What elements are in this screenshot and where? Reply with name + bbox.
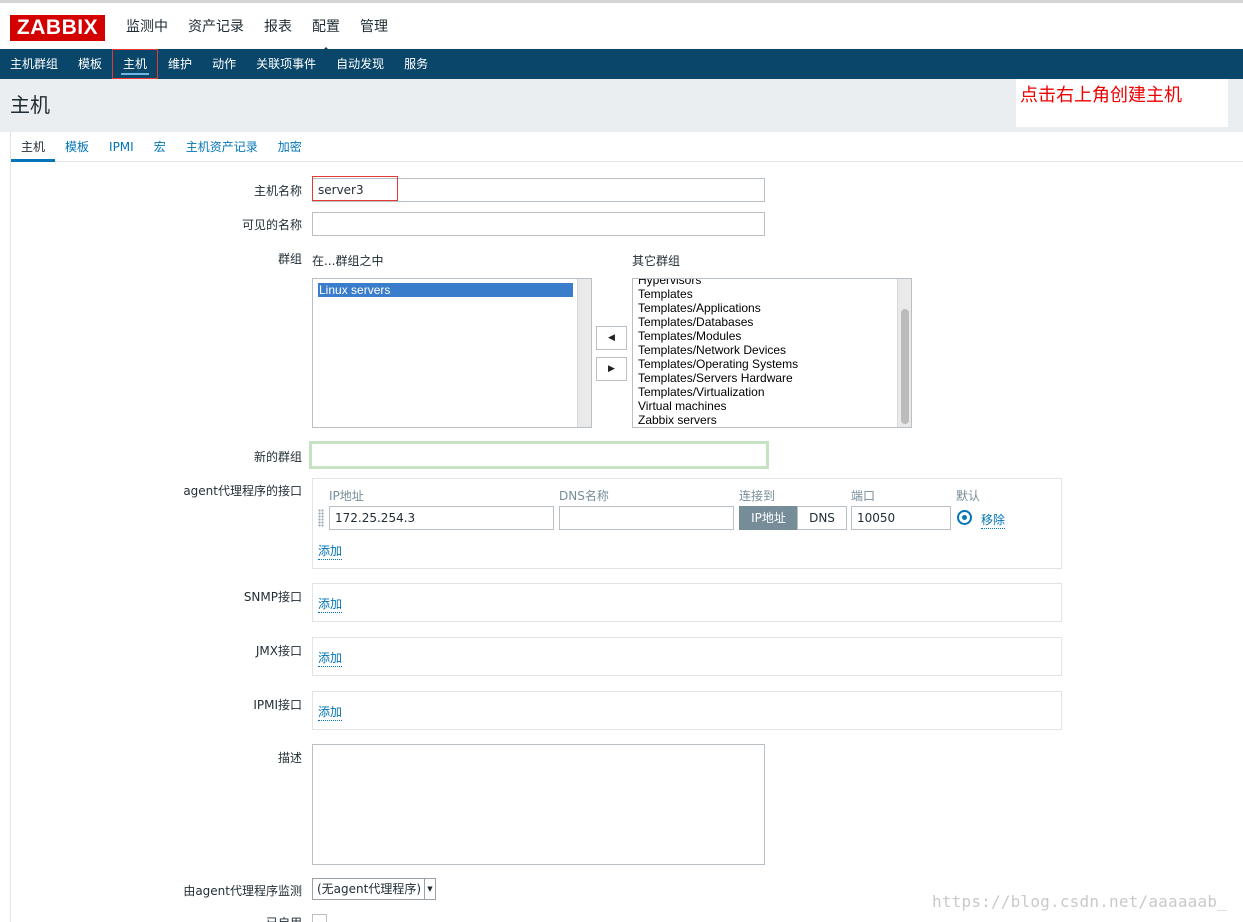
other-groups-scrollbar[interactable]	[897, 279, 911, 427]
proxy-label: 由agent代理程序监测	[183, 884, 302, 898]
agent-ip-input[interactable]: 172.25.254.3	[329, 506, 554, 530]
groups-label: 群组	[277, 252, 302, 266]
ipmi-label: IPMI接口	[253, 698, 302, 712]
scrollbar-thumb[interactable]	[901, 309, 909, 424]
agent-dns-input[interactable]	[559, 506, 734, 530]
list-item[interactable]: Zabbix servers	[633, 413, 898, 427]
sub-nav-host-groups[interactable]: 主机群组	[0, 49, 68, 79]
sub-nav-actions[interactable]: 动作	[202, 49, 246, 79]
ipmi-interfaces-box: 添加	[312, 691, 1062, 730]
sub-nav-hosts[interactable]: 主机	[112, 49, 159, 79]
proxy-select-value: (无agent代理程序)	[317, 882, 422, 896]
connect-ip-button[interactable]: IP地址	[739, 506, 798, 530]
tab-inventory[interactable]: 主机资产记录	[176, 132, 268, 161]
description-label: 描述	[277, 751, 302, 765]
top-nav-inventory[interactable]: 资产记录	[178, 3, 254, 52]
proxy-select[interactable]: (无agent代理程序) ▼	[312, 878, 436, 900]
sub-nav-discovery[interactable]: 自动发现	[326, 49, 394, 79]
agent-add-link[interactable]: 添加	[318, 542, 343, 560]
in-groups-scrollbar[interactable]	[577, 279, 591, 427]
form-tabs: 主机 模板 IPMI 宏 主机资产记录 加密	[11, 132, 1243, 162]
snmp-label: SNMP接口	[243, 590, 302, 604]
jmx-label: JMX接口	[255, 644, 302, 658]
top-nav: 监测中 资产记录 报表 配置 管理	[116, 3, 398, 53]
tab-host[interactable]: 主机	[11, 132, 56, 162]
description-textarea[interactable]	[312, 744, 765, 865]
col-default: 默认	[956, 489, 981, 503]
sub-nav-maintenance[interactable]: 维护	[158, 49, 202, 79]
arrow-right-icon: ▶	[608, 364, 615, 374]
list-item[interactable]: Virtual machines	[633, 399, 898, 413]
list-item[interactable]: Templates/Network Devices	[633, 343, 898, 357]
in-groups-label: 在...群组之中	[312, 254, 384, 268]
sub-nav-templates[interactable]: 模板	[68, 49, 112, 79]
host-name-highlight	[312, 176, 398, 201]
visible-name-label: 可见的名称	[241, 218, 302, 232]
agent-interfaces-label: agent代理程序的接口	[183, 484, 302, 498]
host-name-label: 主机名称	[253, 184, 302, 198]
sub-nav-event-correlation[interactable]: 关联项事件	[246, 49, 326, 79]
arrow-left-icon: ◀	[608, 333, 615, 343]
list-item[interactable]: Templates	[633, 287, 898, 301]
enabled-checkbox[interactable]	[312, 914, 327, 922]
tab-macros[interactable]: 宏	[144, 132, 176, 161]
snmp-add-link[interactable]: 添加	[318, 595, 343, 613]
remove-link[interactable]: 移除	[981, 511, 1006, 529]
in-groups-list[interactable]: Linux servers	[312, 278, 592, 428]
other-groups-list[interactable]: Hypervisors Templates Templates/Applicat…	[632, 278, 912, 428]
annotation-note: 点击右上角创建主机	[1016, 79, 1228, 127]
sub-nav-services[interactable]: 服务	[394, 49, 438, 79]
visible-name-input[interactable]	[312, 212, 765, 236]
list-item[interactable]: Hypervisors	[633, 279, 898, 287]
other-groups-label: 其它群组	[632, 254, 681, 268]
col-port: 端口	[851, 489, 876, 503]
watermark: https://blog.csdn.net/aaaaaab_	[932, 892, 1227, 911]
move-left-button[interactable]: ◀	[596, 326, 627, 350]
top-nav-administration[interactable]: 管理	[350, 3, 398, 52]
agent-port-input[interactable]: 10050	[851, 506, 951, 530]
jmx-add-link[interactable]: 添加	[318, 649, 343, 667]
col-dns: DNS名称	[559, 489, 609, 503]
default-radio[interactable]	[957, 510, 972, 525]
list-item[interactable]: Templates/Applications	[633, 301, 898, 315]
chevron-down-icon: ▼	[424, 879, 435, 899]
top-nav-reports[interactable]: 报表	[254, 3, 302, 52]
tab-ipmi[interactable]: IPMI	[99, 132, 144, 161]
snmp-interfaces-box: 添加	[312, 583, 1062, 622]
list-item[interactable]: Templates/Modules	[633, 329, 898, 343]
col-connect: 连接到	[739, 489, 776, 503]
ipmi-add-link[interactable]: 添加	[318, 703, 343, 721]
list-item[interactable]: Templates/Virtualization	[633, 385, 898, 399]
drag-handle-icon[interactable]	[318, 509, 324, 527]
move-right-button[interactable]: ▶	[596, 357, 627, 381]
new-group-input[interactable]	[309, 441, 769, 469]
top-nav-configuration[interactable]: 配置	[302, 3, 350, 53]
connect-dns-button[interactable]: DNS	[797, 506, 847, 530]
top-bar: ZABBIX 监测中 资产记录 报表 配置 管理	[0, 0, 1243, 53]
jmx-interfaces-box: 添加	[312, 637, 1062, 676]
in-group-option[interactable]: Linux servers	[318, 283, 573, 297]
zabbix-logo[interactable]: ZABBIX	[10, 15, 105, 41]
tab-encryption[interactable]: 加密	[268, 132, 312, 161]
sub-nav: 主机群组 模板 主机 维护 动作 关联项事件 自动发现 服务	[0, 49, 1243, 79]
page-title: 主机	[10, 93, 50, 117]
new-group-label: 新的群组	[253, 450, 302, 464]
top-nav-monitoring[interactable]: 监测中	[116, 3, 178, 52]
col-ip: IP地址	[329, 489, 364, 503]
list-item[interactable]: Templates/Operating Systems	[633, 357, 898, 371]
tab-templates[interactable]: 模板	[55, 132, 99, 161]
list-item[interactable]: Templates/Databases	[633, 315, 898, 329]
list-item[interactable]: Templates/Servers Hardware	[633, 371, 898, 385]
agent-interfaces-box: IP地址 DNS名称 连接到 端口 默认 172.25.254.3 IP地址 D…	[312, 478, 1062, 569]
enabled-label: 已启用	[266, 914, 302, 922]
host-form-panel: 主机 模板 IPMI 宏 主机资产记录 加密 主机名称 server3 可见的名…	[10, 132, 1243, 922]
